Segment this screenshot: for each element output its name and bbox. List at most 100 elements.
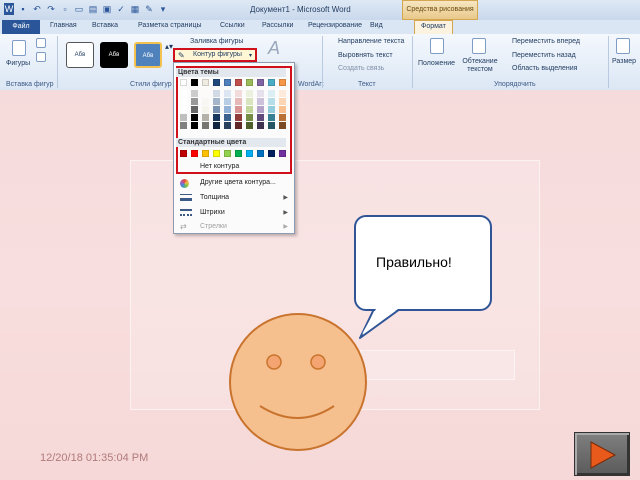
- theme-shade-swatch[interactable]: [279, 122, 286, 129]
- position-button[interactable]: Положение: [418, 60, 455, 67]
- theme-shade-swatch[interactable]: [246, 90, 253, 97]
- theme-shade-swatch[interactable]: [257, 122, 264, 129]
- theme-shade-swatch[interactable]: [268, 114, 275, 121]
- shapes-label[interactable]: Фигуры: [6, 60, 30, 67]
- selection-pane-button[interactable]: Область выделения: [512, 65, 577, 72]
- print-icon[interactable]: ▤: [88, 3, 98, 15]
- theme-shade-swatch[interactable]: [224, 114, 231, 121]
- theme-shade-swatch[interactable]: [180, 106, 187, 113]
- spelling-icon[interactable]: ✓: [116, 3, 126, 15]
- theme-shade-swatch[interactable]: [213, 90, 220, 97]
- theme-color-swatch[interactable]: [202, 79, 209, 86]
- tab-references[interactable]: Ссылки: [220, 22, 245, 29]
- theme-shade-swatch[interactable]: [213, 122, 220, 129]
- tab-home[interactable]: Главная: [50, 22, 77, 29]
- tab-page-layout[interactable]: Разметка страницы: [138, 22, 202, 29]
- edit-shape-icon[interactable]: [36, 38, 46, 48]
- shape-style-blue[interactable]: Абв: [134, 42, 162, 68]
- theme-shade-swatch[interactable]: [268, 90, 275, 97]
- theme-color-swatch[interactable]: [235, 79, 242, 86]
- next-slide-button[interactable]: [574, 432, 630, 476]
- shapes-icon[interactable]: [12, 40, 26, 56]
- theme-color-swatch[interactable]: [224, 79, 231, 86]
- standard-color-swatch[interactable]: [268, 150, 275, 157]
- theme-shade-swatch[interactable]: [279, 98, 286, 105]
- theme-shade-swatch[interactable]: [257, 114, 264, 121]
- theme-color-swatch[interactable]: [180, 79, 187, 86]
- theme-shade-swatch[interactable]: [246, 122, 253, 129]
- theme-color-swatch[interactable]: [257, 79, 264, 86]
- theme-shade-swatch[interactable]: [224, 90, 231, 97]
- theme-shade-swatch[interactable]: [268, 106, 275, 113]
- theme-shade-swatch[interactable]: [224, 106, 231, 113]
- dashes-item[interactable]: Штрихи ▶: [176, 206, 292, 220]
- save-icon[interactable]: ▪: [18, 3, 28, 15]
- theme-shade-swatch[interactable]: [235, 106, 242, 113]
- theme-shade-swatch[interactable]: [257, 106, 264, 113]
- shape-outline-button[interactable]: ✎ Контур фигуры ▾: [173, 48, 257, 62]
- standard-color-swatch[interactable]: [224, 150, 231, 157]
- create-link-button[interactable]: Создать связь: [338, 65, 384, 72]
- draw-table-icon[interactable]: ✎: [144, 3, 154, 15]
- wrap-text-icon[interactable]: [472, 38, 486, 54]
- redo-icon[interactable]: ↷: [46, 3, 56, 15]
- tab-mailings[interactable]: Рассылки: [262, 22, 293, 29]
- standard-color-swatch[interactable]: [191, 150, 198, 157]
- theme-shade-swatch[interactable]: [191, 122, 198, 129]
- theme-shade-swatch[interactable]: [224, 122, 231, 129]
- theme-shade-swatch[interactable]: [191, 106, 198, 113]
- send-backward-button[interactable]: Переместить назад: [512, 52, 576, 59]
- theme-shade-swatch[interactable]: [180, 122, 187, 129]
- theme-shade-swatch[interactable]: [268, 122, 275, 129]
- standard-color-swatch[interactable]: [246, 150, 253, 157]
- theme-shade-swatch[interactable]: [202, 122, 209, 129]
- shape-fill-button[interactable]: Заливка фигуры: [190, 38, 243, 45]
- theme-color-swatch[interactable]: [246, 79, 253, 86]
- tab-file[interactable]: Файл: [2, 20, 40, 34]
- wrap-text-button[interactable]: Обтекание текстом: [462, 58, 498, 74]
- standard-color-swatch[interactable]: [279, 150, 286, 157]
- tab-review[interactable]: Рецензирование: [308, 22, 362, 29]
- theme-shade-swatch[interactable]: [235, 122, 242, 129]
- theme-shade-swatch[interactable]: [213, 106, 220, 113]
- theme-shade-swatch[interactable]: [235, 90, 242, 97]
- weight-item[interactable]: Толщина ▶: [176, 191, 292, 205]
- tab-view[interactable]: Вид: [370, 22, 383, 29]
- theme-color-swatch[interactable]: [268, 79, 275, 86]
- standard-color-swatch[interactable]: [202, 150, 209, 157]
- no-outline-item[interactable]: Нет контура: [176, 160, 292, 174]
- theme-shade-swatch[interactable]: [246, 114, 253, 121]
- theme-color-swatch[interactable]: [279, 79, 286, 86]
- undo-icon[interactable]: ↶: [32, 3, 42, 15]
- theme-shade-swatch[interactable]: [213, 114, 220, 121]
- theme-shade-swatch[interactable]: [235, 114, 242, 121]
- text-direction-button[interactable]: Направление текста: [338, 38, 404, 45]
- theme-shade-swatch[interactable]: [224, 98, 231, 105]
- standard-color-swatch[interactable]: [257, 150, 264, 157]
- theme-shade-swatch[interactable]: [279, 114, 286, 121]
- theme-shade-swatch[interactable]: [202, 106, 209, 113]
- size-icon[interactable]: [616, 38, 630, 54]
- theme-shade-swatch[interactable]: [257, 98, 264, 105]
- position-icon[interactable]: [430, 38, 444, 54]
- standard-color-swatch[interactable]: [213, 150, 220, 157]
- standard-color-swatch[interactable]: [180, 150, 187, 157]
- theme-shade-swatch[interactable]: [191, 98, 198, 105]
- open-icon[interactable]: ▭: [74, 3, 84, 15]
- theme-shade-swatch[interactable]: [191, 114, 198, 121]
- smiley-face-icon[interactable]: [228, 312, 368, 452]
- theme-shade-swatch[interactable]: [257, 90, 264, 97]
- theme-shade-swatch[interactable]: [180, 90, 187, 97]
- theme-shade-swatch[interactable]: [235, 98, 242, 105]
- bring-forward-button[interactable]: Переместить вперед: [512, 38, 580, 45]
- preview-icon[interactable]: ▣: [102, 3, 112, 15]
- theme-shade-swatch[interactable]: [191, 90, 198, 97]
- styles-scroll-icon[interactable]: ▴▾: [165, 42, 173, 51]
- theme-color-swatch[interactable]: [191, 79, 198, 86]
- standard-color-swatch[interactable]: [235, 150, 242, 157]
- theme-shade-swatch[interactable]: [202, 90, 209, 97]
- size-button[interactable]: Размер: [612, 58, 636, 65]
- theme-shade-swatch[interactable]: [268, 98, 275, 105]
- align-text-button[interactable]: Выровнять текст: [338, 52, 393, 59]
- text-box-icon[interactable]: [36, 52, 46, 62]
